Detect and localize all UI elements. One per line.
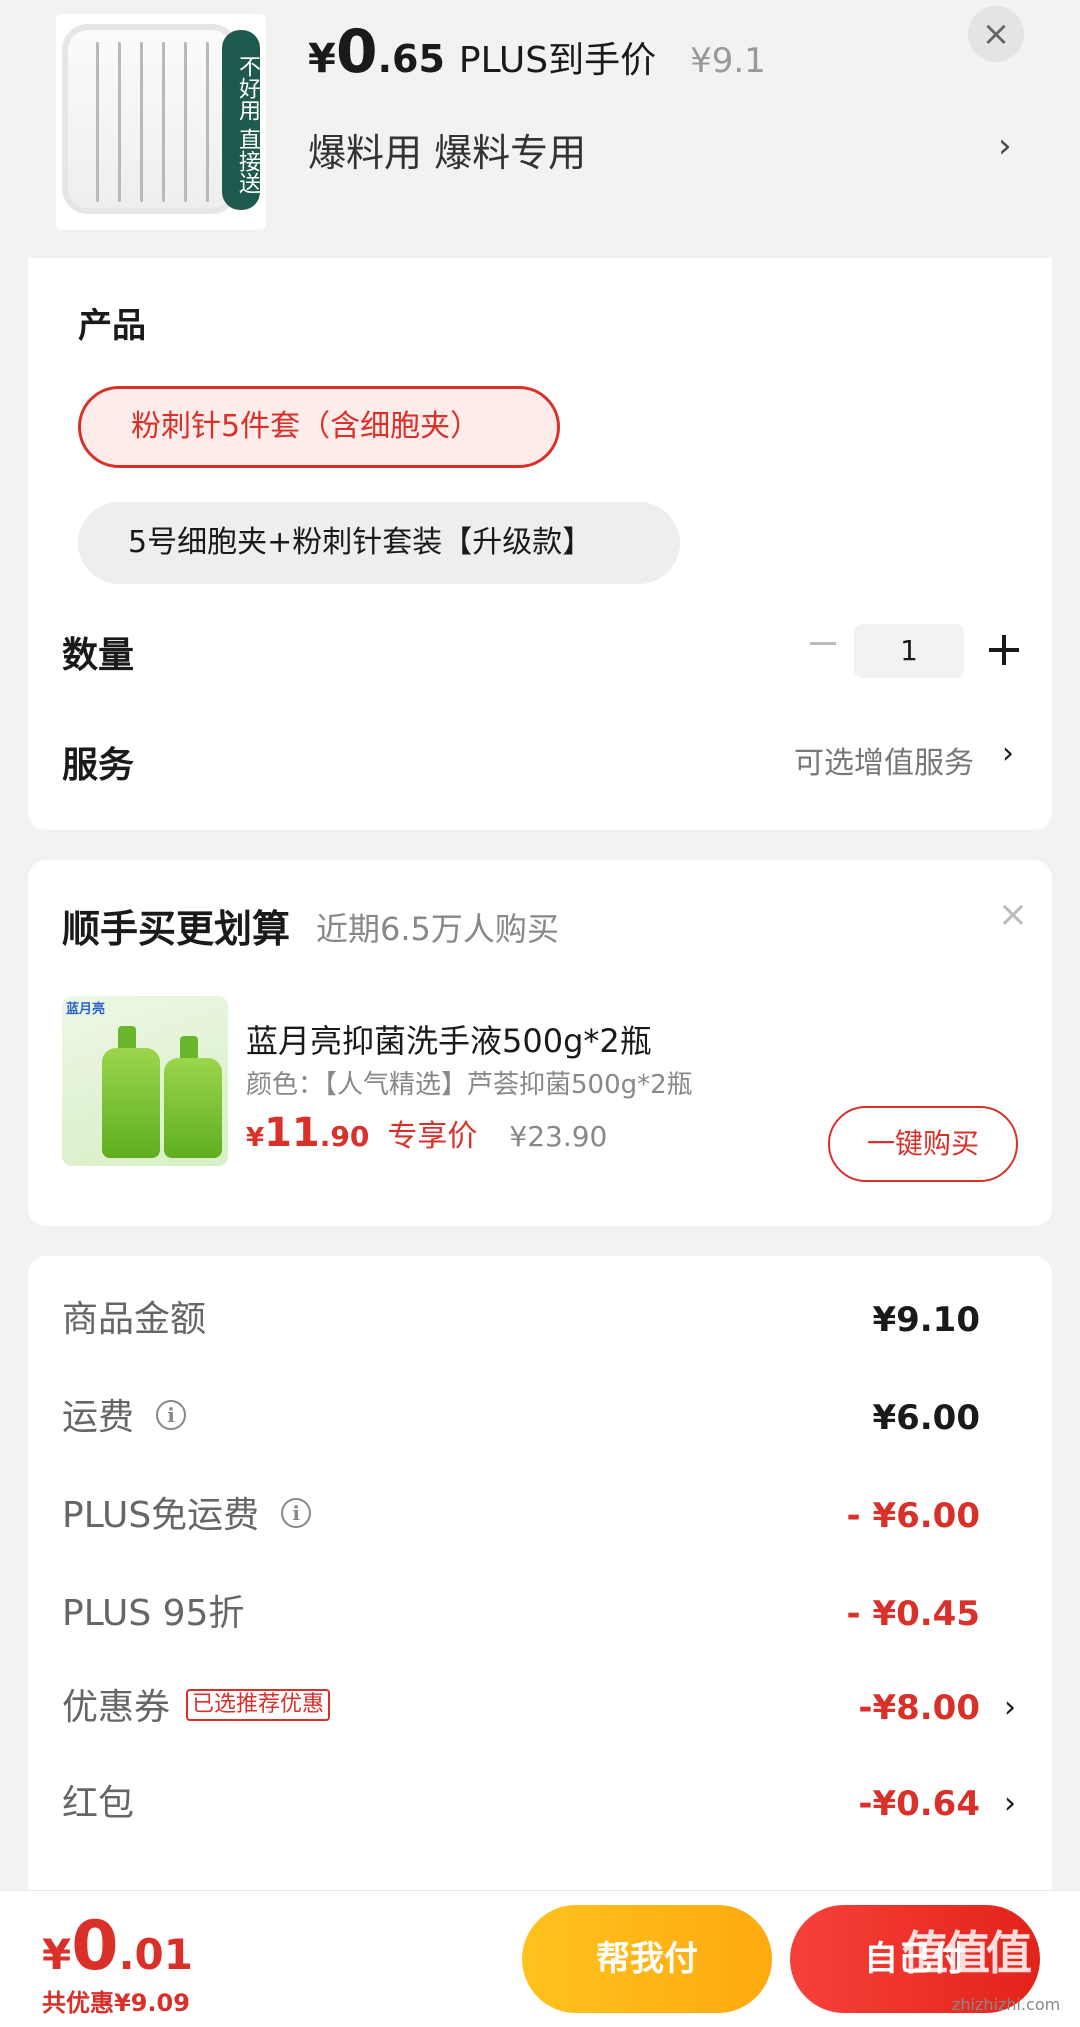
red-packet-row[interactable]: 红包 -¥0.64 › [28, 1774, 1052, 1834]
price-integer: 0 [71, 1907, 119, 1986]
summary-label-wrap: 优惠券 已选推荐优惠 [62, 1678, 331, 1738]
addon-card: 顺手买更划算 近期6.5万人购买 × 蓝月亮 蓝月亮抑菌洗手液500g*2瓶 颜… [28, 860, 1052, 1226]
addon-price: ¥ 11 .90 专享价 ¥23.90 [246, 1110, 607, 1156]
summary-row: 运费 i ¥6.00 [28, 1388, 1052, 1448]
summary-label-wrap: 运费 i [62, 1388, 187, 1448]
original-price: ¥23.90 [509, 1120, 608, 1153]
summary-label: PLUS免运费 [62, 1495, 260, 1536]
close-icon[interactable]: × [998, 894, 1028, 935]
currency-symbol: ¥ [308, 36, 336, 82]
total-discount: 共优惠¥9.09 [42, 1989, 190, 2017]
summary-value: - ¥0.45 [846, 1594, 981, 1634]
summary-row: PLUS 95折 - ¥0.45 [28, 1584, 1052, 1644]
chevron-right-icon[interactable]: › [1004, 1678, 1016, 1738]
tool-image [184, 42, 187, 202]
price-integer: 0 [335, 17, 378, 87]
help-me-pay-button[interactable]: 帮我付 [522, 1905, 772, 2013]
chevron-right-icon[interactable]: › [1002, 736, 1014, 771]
close-button[interactable]: × [968, 6, 1024, 62]
summary-row: PLUS免运费 i - ¥6.00 [28, 1486, 1052, 1546]
summary-value: -¥0.64 [858, 1784, 980, 1824]
price-summary-card: 商品金额 ¥9.10 运费 i ¥6.00 PLUS免运费 i - ¥6.00 PL… [28, 1256, 1052, 1896]
section-title-product: 产品 [78, 306, 146, 346]
addon-product-name[interactable]: 蓝月亮抑菌洗手液500g*2瓶 [246, 1016, 652, 1062]
currency-symbol: ¥ [246, 1123, 265, 1153]
option-chip[interactable]: 5号细胞夹+粉刺针套装【升级款】 [78, 502, 680, 584]
chevron-right-icon[interactable]: › [1004, 1774, 1016, 1834]
brand-logo: 蓝月亮 [66, 1002, 106, 1017]
addon-subtitle: 近期6.5万人购买 [316, 910, 559, 948]
tool-image [96, 42, 99, 202]
tool-image [162, 42, 165, 202]
plus-price-label: PLUS到手价 [458, 40, 657, 81]
summary-label: 商品金额 [62, 1299, 207, 1340]
minus-icon[interactable] [802, 623, 842, 663]
addon-product-spec: 颜色：【人气精选】芦荟抑菌500g*2瓶 [246, 1070, 693, 1100]
summary-value: ¥6.00 [872, 1398, 980, 1438]
tool-image [118, 42, 121, 202]
bottle-image [164, 1058, 222, 1158]
quantity-label: 数量 [62, 635, 135, 676]
tool-image [140, 42, 143, 202]
exclusive-price-label: 专享价 [387, 1119, 478, 1154]
price-integer: 11 [264, 1110, 320, 1156]
summary-value: -¥8.00 [858, 1688, 980, 1728]
coupon-recommended-tag: 已选推荐优惠 [186, 1689, 331, 1721]
chevron-right-icon[interactable]: › [998, 126, 1012, 166]
quantity-input[interactable]: 1 [854, 624, 964, 678]
summary-row: 商品金额 ¥9.10 [28, 1290, 1052, 1350]
tool-case-image [62, 24, 238, 214]
price-decimal: .90 [319, 1120, 370, 1153]
currency-symbol: ¥ [42, 1930, 72, 1979]
option-chip-selected[interactable]: 粉刺针5件套（含细胞夹） [78, 386, 560, 468]
checkout-bar: ¥ 0 .01 共优惠¥9.09 帮我付 自己付 值值值 zhizhizhi.c… [0, 1890, 1080, 2027]
price-decimal: .01 [118, 1930, 193, 1979]
summary-value: - ¥6.00 [846, 1496, 981, 1536]
addon-title: 顺手买更划算 [62, 907, 291, 951]
watermark-logo: 值值值 [902, 1926, 1032, 1980]
watermark-url: zhizhizhi.com [952, 1995, 1061, 2014]
summary-value: ¥9.10 [872, 1300, 980, 1340]
summary-label: PLUS 95折 [62, 1593, 245, 1634]
price-decimal: .65 [377, 37, 445, 81]
one-click-buy-button[interactable]: 一键购买 [828, 1106, 1018, 1182]
total-price: ¥ 0 .01 [42, 1913, 193, 1981]
plus-icon[interactable] [984, 630, 1024, 670]
product-thumbnail[interactable]: 不好用 直接送 [56, 14, 266, 230]
product-header: 不好用 直接送 ¥ 0 .65 PLUS到手价 ¥9.1 爆料用 爆料专用 › … [0, 0, 1080, 260]
service-value[interactable]: 可选增值服务 [794, 738, 974, 782]
coupon-row[interactable]: 优惠券 已选推荐优惠 -¥8.00 › [28, 1678, 1052, 1738]
tool-image [206, 42, 209, 202]
thumbnail-badge: 不好用 直接送 [222, 30, 260, 210]
bottle-image [102, 1048, 160, 1158]
info-icon[interactable]: i [156, 1400, 187, 1430]
info-icon[interactable]: i [281, 1498, 312, 1528]
service-label: 服务 [62, 745, 135, 786]
product-options-card: 产品 粉刺针5件套（含细胞夹） 5号细胞夹+粉刺针套装【升级款】 数量 1 服务… [28, 258, 1052, 830]
summary-label: 运费 [62, 1397, 135, 1438]
addon-product-image[interactable]: 蓝月亮 [62, 996, 228, 1166]
header-price: ¥ 0 .65 PLUS到手价 ¥9.1 [308, 22, 766, 83]
selected-spec: 爆料用 爆料专用 [308, 131, 587, 175]
original-price: ¥9.1 [690, 41, 766, 81]
summary-label: 红包 [62, 1783, 135, 1824]
summary-label-wrap: PLUS免运费 i [62, 1486, 312, 1546]
summary-label: 优惠券 [62, 1687, 171, 1728]
